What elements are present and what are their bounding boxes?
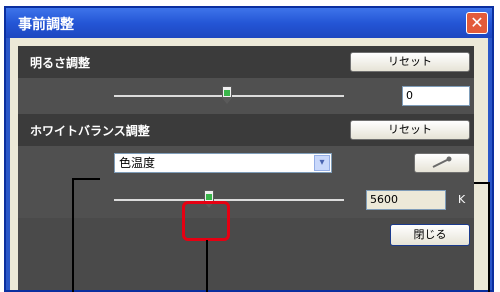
callout-line-mode-v (72, 178, 74, 292)
brightness-slider-thumb[interactable] (222, 86, 232, 104)
callout-line-slider (206, 240, 208, 292)
color-temperature-slider-track[interactable] (114, 199, 344, 201)
white-balance-mode-row: 色温度 ▾ (18, 146, 474, 182)
white-balance-header: ホワイトバランス調整 リセット (18, 114, 474, 146)
dialog-title: 事前調整 (18, 17, 74, 33)
brightness-controls: 0 (18, 78, 474, 114)
brightness-label: 明るさ調整 (30, 56, 91, 70)
brightness-header: 明るさ調整 リセット (18, 46, 474, 78)
white-balance-mode-select[interactable]: 色温度 ▾ (114, 153, 332, 173)
dialog-client: 明るさ調整 リセット 0 ホワイトバランス調整 リセット 色温度 ▾ 5600 … (10, 38, 488, 290)
brightness-reset-button[interactable]: リセット (350, 52, 470, 72)
white-balance-mode-value: 色温度 (119, 156, 156, 170)
callout-line-mode-h (72, 178, 100, 180)
close-button[interactable]: 閉じる (390, 224, 470, 246)
white-point-picker-button[interactable] (414, 153, 470, 173)
title-bar: 事前調整 ✕ (6, 8, 492, 38)
brightness-value-input[interactable]: 0 (402, 86, 470, 106)
close-window-button[interactable]: ✕ (466, 12, 488, 34)
chevron-down-icon[interactable]: ▾ (314, 155, 330, 171)
color-temperature-value-input[interactable]: 5600 (366, 190, 446, 210)
eyedropper-icon (432, 156, 452, 168)
color-temperature-controls: 5600 K (18, 182, 474, 218)
white-balance-label: ホワイトバランス調整 (30, 124, 150, 138)
slider-highlight-marker (182, 201, 230, 241)
color-temperature-unit: K (458, 193, 466, 206)
dialog-window: 事前調整 ✕ 明るさ調整 リセット 0 ホワイトバランス調整 リセット 色温度 … (4, 6, 494, 292)
dialog-footer: 閉じる (18, 218, 474, 258)
callout-line-picker-v (488, 182, 490, 292)
white-balance-reset-button[interactable]: リセット (350, 120, 470, 140)
adjustment-panel: 明るさ調整 リセット 0 ホワイトバランス調整 リセット 色温度 ▾ 5600 … (18, 46, 474, 290)
